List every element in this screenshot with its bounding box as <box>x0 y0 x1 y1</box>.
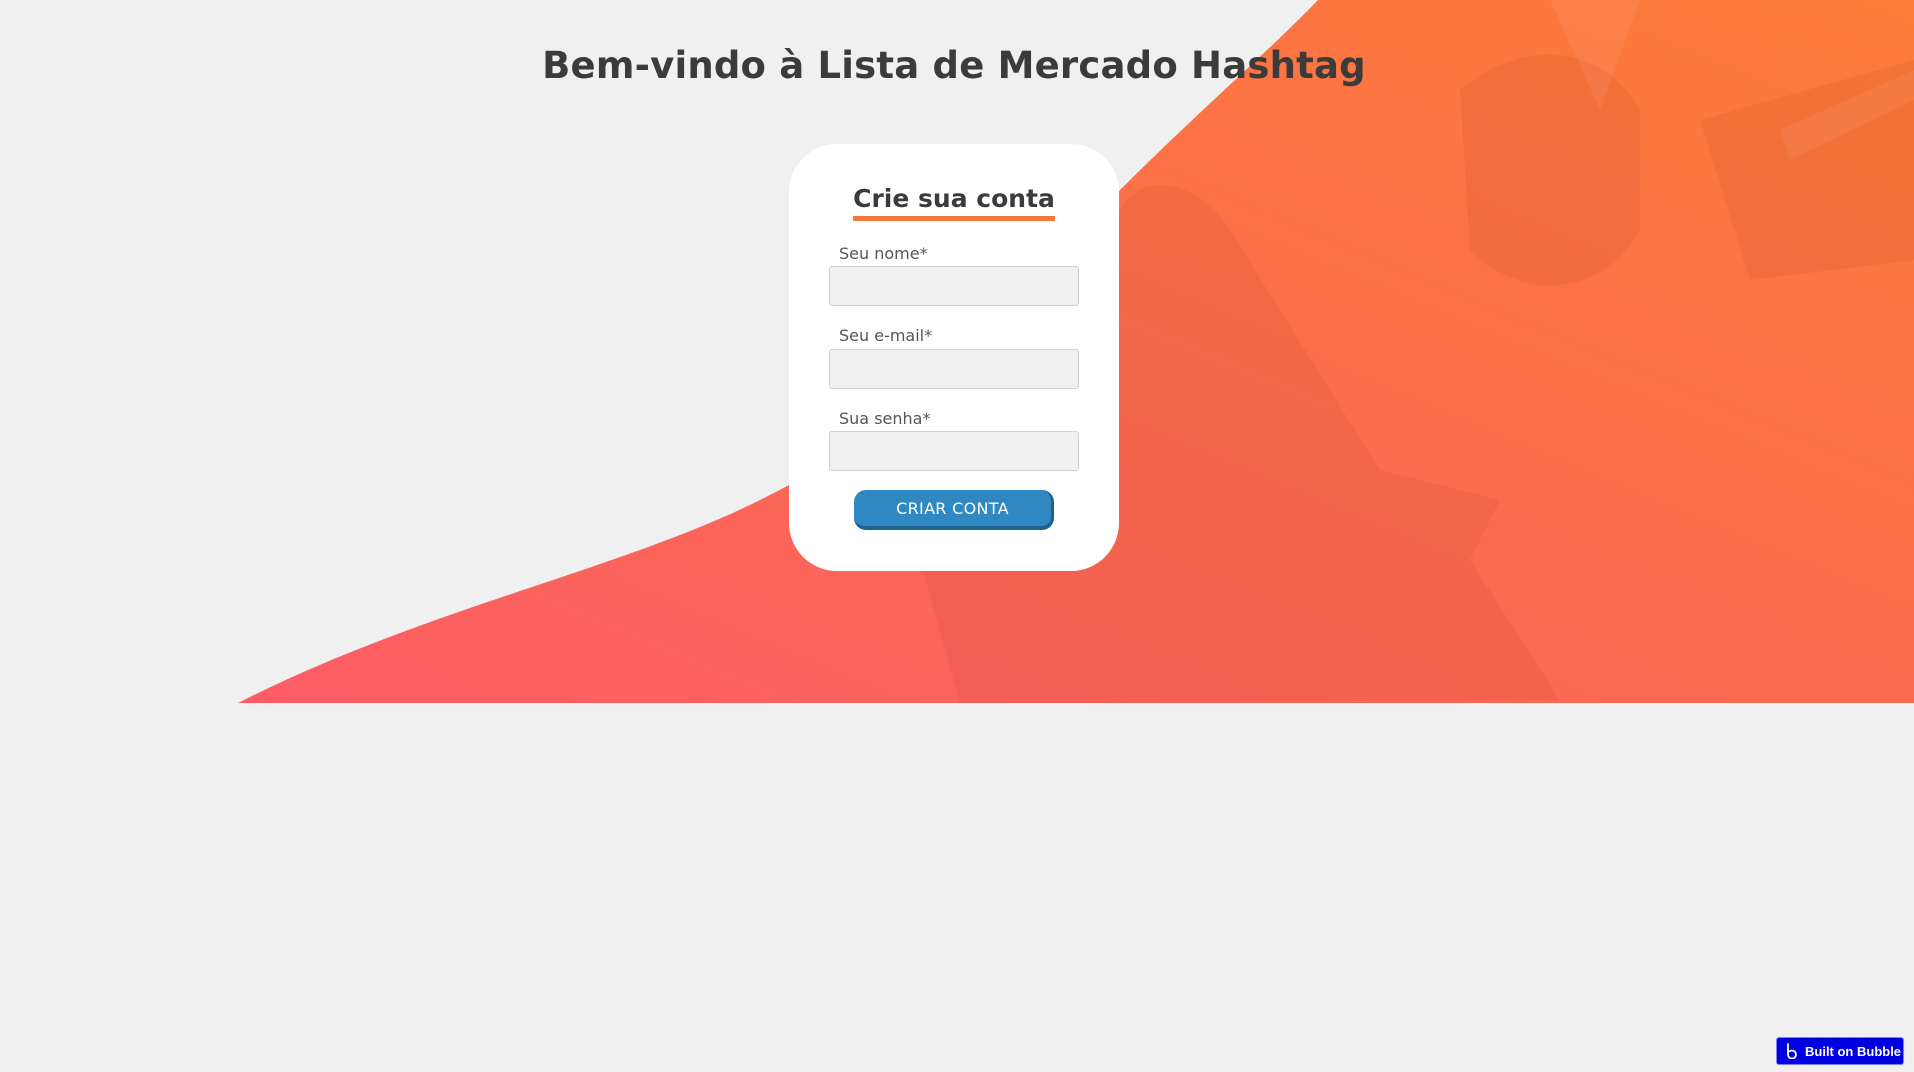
bubble-logo-icon <box>1787 1043 1797 1059</box>
create-account-button[interactable]: CRIAR CONTA <box>854 490 1054 530</box>
name-field[interactable] <box>829 266 1079 306</box>
password-field-label: Sua senha* <box>839 409 931 428</box>
signup-card: Crie sua conta Seu nome* Seu e-mail* Sua… <box>789 144 1119 571</box>
built-on-bubble-label: Built on Bubble <box>1805 1043 1902 1059</box>
email-field[interactable] <box>829 349 1079 389</box>
built-on-bubble-badge[interactable]: Built on Bubble <box>1776 1037 1904 1065</box>
name-field-label: Seu nome* <box>839 244 928 263</box>
email-field-label: Seu e-mail* <box>839 326 933 345</box>
password-field[interactable] <box>829 431 1079 471</box>
page-title: Bem-vindo à Lista de Mercado Hashtag <box>542 44 1366 87</box>
page: Bem-vindo à Lista de Mercado Hashtag Cri… <box>0 0 1914 1072</box>
signup-heading: Crie sua conta <box>789 184 1119 221</box>
signup-heading-text: Crie sua conta <box>853 184 1055 221</box>
